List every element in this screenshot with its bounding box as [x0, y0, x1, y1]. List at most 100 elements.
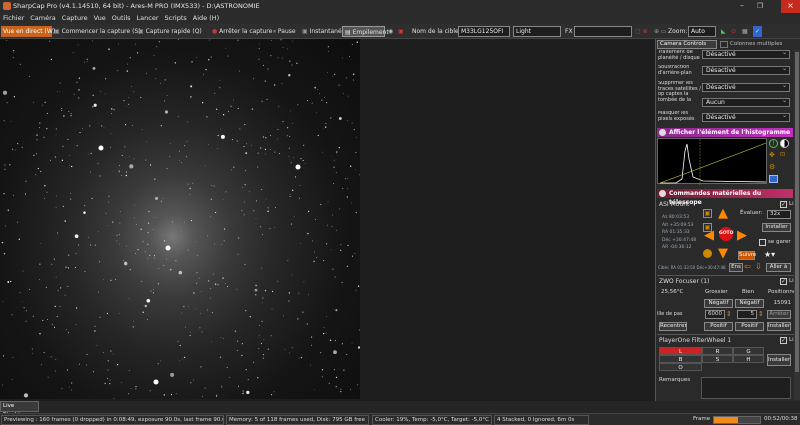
filter-h[interactable]: H — [733, 355, 764, 363]
filter-r[interactable]: R — [702, 347, 733, 355]
stop-capture-button[interactable]: ● Arrêter la capture — [212, 26, 272, 37]
snapshot-button[interactable]: ▣ Instantané — [302, 26, 342, 37]
filter-l[interactable]: L — [659, 347, 702, 355]
target-name-input[interactable]: M33LG125OFI — [458, 26, 510, 37]
menu-help[interactable]: Aide (H) — [190, 13, 222, 23]
move-icon[interactable]: ✥ — [769, 151, 778, 160]
filterwheel-connected-checkbox[interactable]: ✓ — [780, 337, 787, 344]
evaluate-label: Évaluer: — [740, 210, 763, 216]
park-checkbox[interactable] — [759, 239, 766, 246]
stacking-button[interactable]: ▤ Empilement — [342, 26, 389, 37]
focuser-position: 15091 — [773, 300, 792, 306]
highlight-icon[interactable]: ⊙ — [731, 26, 736, 37]
recenter-button[interactable]: Recentrer — [659, 322, 687, 331]
zoom-select[interactable]: Auto — [688, 26, 716, 37]
tab-live-stacking[interactable]: Live Stacking — [0, 401, 39, 418]
fx-select[interactable] — [574, 26, 632, 37]
coarse-step-input[interactable]: 6000 — [705, 310, 725, 319]
favorites-icon[interactable]: ★▾ — [764, 250, 775, 259]
histogram-auto-icon[interactable]: ! — [769, 139, 778, 148]
focuser-connected-checkbox[interactable]: ✓ — [780, 278, 787, 285]
frame-type-select[interactable]: Light — [513, 26, 561, 37]
extra-option-select[interactable]: Aucun — [702, 97, 790, 107]
filter-s[interactable]: S — [702, 355, 733, 363]
mount-install-button[interactable]: Installer — [762, 223, 791, 232]
zoom-tools-icon[interactable]: ⊕ ▭ — [654, 26, 667, 37]
mount-north-button[interactable]: ▲ — [718, 207, 728, 220]
menu-view[interactable]: Vue — [91, 13, 109, 23]
grid-icon[interactable]: ▦ — [742, 26, 748, 37]
live-image[interactable] — [0, 39, 360, 399]
mount-south-button[interactable]: ▼ — [718, 247, 728, 260]
focuser-stop-button[interactable]: Arrêter — [767, 310, 791, 319]
coarse-step-spinner-icon[interactable]: ⇕ — [726, 310, 732, 318]
menu-scripts[interactable]: Scripts — [162, 13, 190, 23]
app-icon — [3, 2, 11, 10]
menu-capture[interactable]: Capture — [59, 13, 91, 23]
down-icon[interactable]: ⇩ — [755, 262, 762, 271]
focuser-temperature: 25,56°C — [661, 289, 684, 295]
goto-target-button[interactable]: Aller à — [766, 263, 791, 272]
mount-ens-button[interactable]: Ens — [729, 263, 743, 272]
fine-step-spinner-icon[interactable]: ⇕ — [758, 310, 764, 318]
record-icon[interactable]: ▣ — [398, 26, 404, 37]
tracking-button[interactable]: Suivre — [738, 251, 756, 260]
minimize-button[interactable]: – — [734, 0, 750, 13]
histogram-chart[interactable] — [657, 138, 767, 185]
close-button[interactable]: × — [781, 0, 800, 13]
pin-icon[interactable]: ✓ — [753, 26, 762, 37]
prev-icon[interactable]: ⇦ — [744, 262, 751, 271]
focuser-install-button[interactable]: Installer — [767, 322, 791, 331]
coarse-positive-button[interactable]: Positif — [704, 322, 733, 331]
remarks-input[interactable] — [701, 377, 791, 399]
flat-processing-select[interactable]: Désactivé — [702, 49, 790, 59]
sync-icon[interactable]: ▣ — [703, 209, 712, 218]
satellite-trails-select[interactable]: Désactivé — [702, 82, 790, 92]
live-view-button[interactable]: Vue en direct (W) — [1, 26, 55, 37]
slew-speed-select[interactable]: 32x — [767, 210, 791, 219]
fx-clear-icon[interactable]: ▢ ⊗ — [635, 26, 648, 37]
reticle-icon[interactable]: ◉ — [388, 26, 393, 37]
mount-connected-checkbox[interactable]: ✓ — [780, 201, 787, 208]
settings-icon[interactable]: ⚙ — [769, 163, 778, 172]
fx-label: FX — [565, 28, 573, 35]
multi-column-checkbox[interactable] — [720, 41, 728, 48]
lock-icon[interactable]: ⊡ — [780, 151, 789, 160]
park-icon[interactable] — [703, 249, 712, 258]
camera-icon: ▣ — [138, 28, 146, 35]
histogram-icon — [659, 129, 666, 136]
menu-camera[interactable]: Caméra — [27, 13, 59, 23]
filter-o[interactable]: O — [659, 363, 702, 371]
pause-button[interactable]: ⏸ Pause — [273, 26, 296, 37]
divider — [657, 275, 794, 276]
filterwheel-name: PlayerOne FilterWheel 1 — [659, 337, 732, 344]
contrast-icon[interactable] — [780, 139, 789, 148]
mount-west-button[interactable]: ◀ — [704, 229, 714, 242]
fine-negative-button[interactable]: Négatif — [735, 299, 764, 308]
filter-b[interactable]: B — [659, 355, 702, 363]
filter-g[interactable]: G — [733, 347, 764, 355]
telescope-header[interactable]: Commandes matérielles du télescope — [657, 189, 793, 206]
goto-button[interactable]: GOTO — [719, 227, 733, 241]
menu-launch[interactable]: Lancer — [134, 13, 162, 23]
background-subtraction-select[interactable]: Désactivé — [702, 65, 790, 75]
panel-scrollbar[interactable] — [794, 50, 800, 400]
restore-button[interactable]: ❐ — [752, 0, 768, 13]
filterwheel-install-button[interactable]: Installer — [767, 354, 791, 366]
mount-east-button[interactable]: ▶ — [737, 229, 747, 242]
menu-bar: Fichier Caméra Capture Vue Outils Lancer Scrip… — [0, 13, 800, 24]
mask-pixels-select[interactable]: Désactivé — [702, 112, 790, 122]
histogram-icon[interactable]: ◣ — [721, 26, 726, 37]
save-icon[interactable] — [769, 175, 778, 183]
histogram-header[interactable]: Afficher l'élément de l'histogramme — [657, 128, 793, 137]
quick-capture-button[interactable]: ▣ Capture rapide (Q) — [138, 26, 202, 37]
menu-file[interactable]: Fichier — [0, 13, 27, 23]
fine-step-input[interactable]: 5 — [737, 310, 757, 319]
tab-camera-controls[interactable]: Camera Controls — [657, 40, 717, 49]
right-panel: Camera Controls Colonnes multiples Trait… — [655, 39, 800, 401]
memory-status: Memory: 5 of 118 frames used, Disk: 795 … — [226, 415, 369, 425]
coarse-negative-button[interactable]: Négatif — [704, 299, 733, 308]
menu-tools[interactable]: Outils — [109, 13, 134, 23]
fine-positive-button[interactable]: Positif — [735, 322, 764, 331]
start-capture-button[interactable]: ▣ Commencer la capture (S) — [54, 26, 141, 37]
